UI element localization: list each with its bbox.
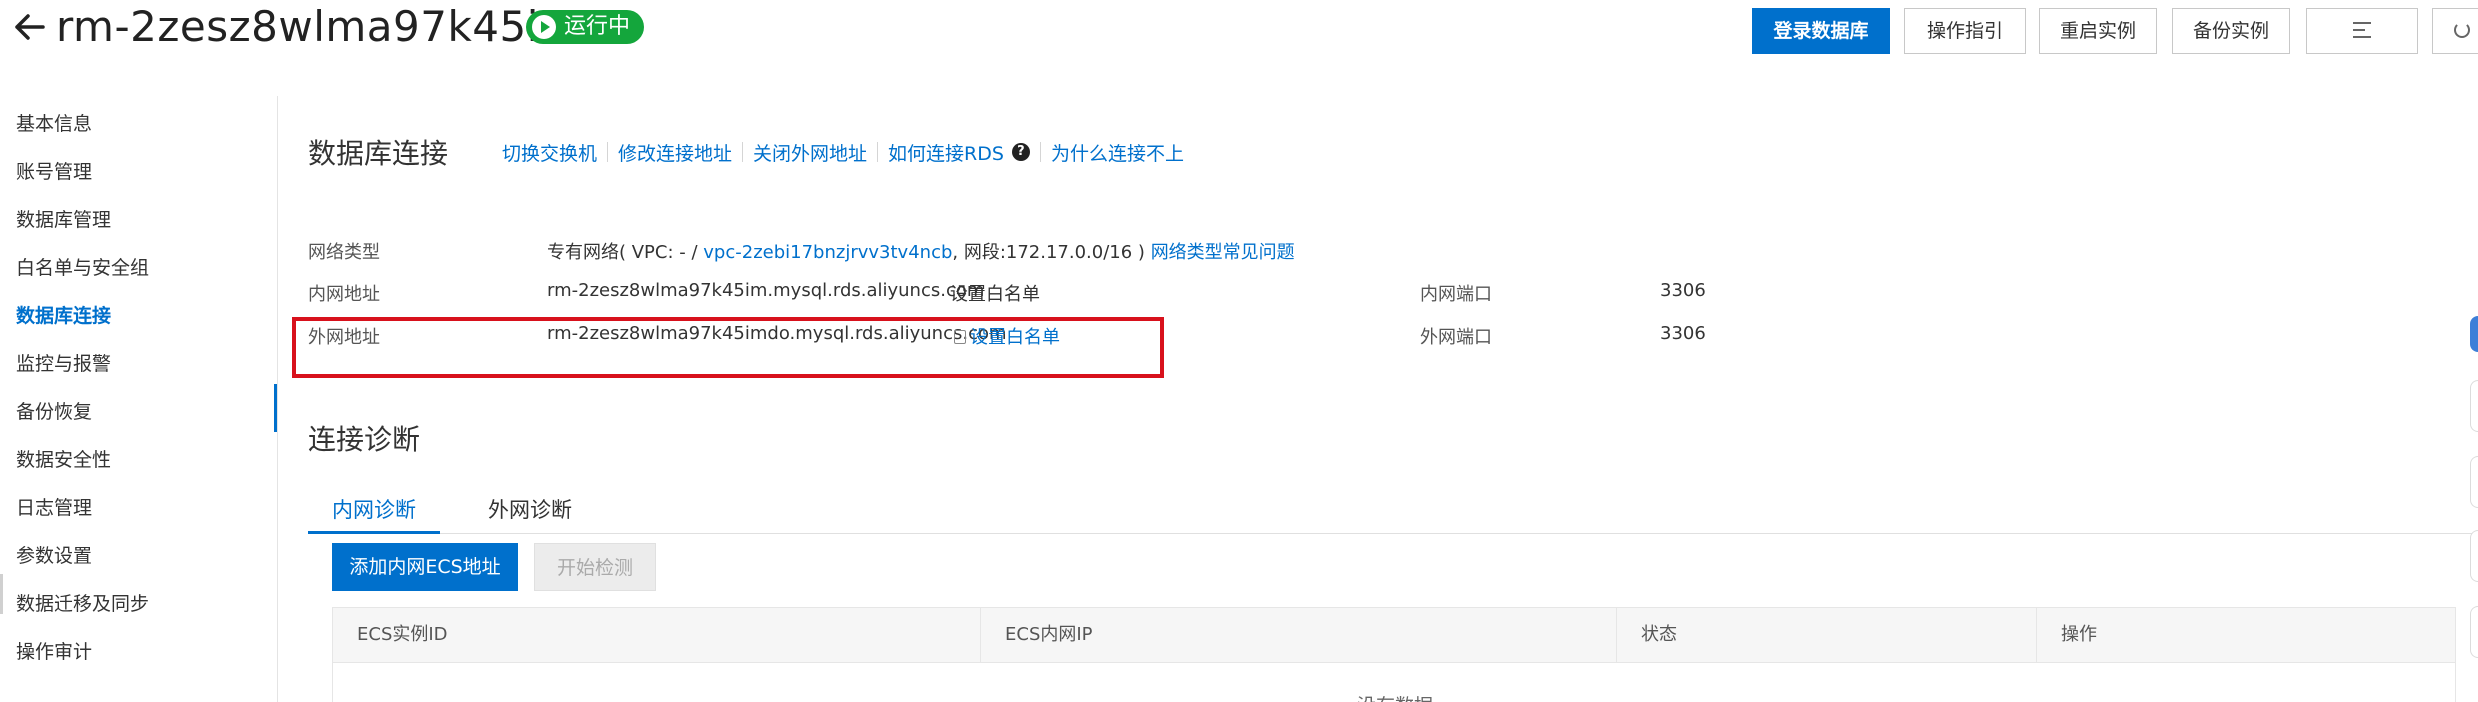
play-icon xyxy=(532,15,556,39)
public-port-value: 3306 xyxy=(1660,323,1706,344)
instance-title: rm-2zesz8wlma97k45im xyxy=(56,2,581,51)
tab-public-diagnosis[interactable]: 外网诊断 xyxy=(464,488,596,534)
sidebar-item-whitelist[interactable]: 白名单与安全组 xyxy=(16,253,149,280)
internal-address-label: 内网地址 xyxy=(308,284,380,305)
sidebar-item-monitoring[interactable]: 监控与报警 xyxy=(16,349,111,376)
public-address-value: rm-2zesz8wlma97k45imdo.mysql.rds.aliyunc… xyxy=(547,323,1007,344)
guide-button[interactable]: 操作指引 xyxy=(1904,8,2026,54)
floating-tab[interactable] xyxy=(2470,316,2478,352)
network-type-suffix: , 网段:172.17.0.0/16 ) xyxy=(952,242,1145,263)
sidebar-item-parameters[interactable]: 参数设置 xyxy=(16,541,92,568)
list-icon xyxy=(2353,21,2371,38)
divider xyxy=(742,142,744,162)
network-type-value: 专有网络( VPC: - / vpc-2zebi17bnzjrvv3tv4ncb… xyxy=(547,238,1295,264)
floating-tab[interactable] xyxy=(2470,606,2478,658)
network-type-prefix: 专有网络( VPC: - / xyxy=(547,242,704,263)
restart-button[interactable]: 重启实例 xyxy=(2039,8,2157,54)
public-whitelist-link[interactable]: 设置白名单 xyxy=(970,327,1060,348)
active-indicator xyxy=(274,384,277,432)
modify-address-link[interactable]: 修改连接地址 xyxy=(618,139,732,166)
how-to-connect-link[interactable]: 如何连接RDS xyxy=(888,139,1004,166)
public-port-label: 外网端口 xyxy=(1420,327,1492,348)
floating-tab[interactable] xyxy=(2470,456,2478,508)
why-cannot-connect-link[interactable]: 为什么连接不上 xyxy=(1051,139,1184,166)
sidebar-item-logs[interactable]: 日志管理 xyxy=(16,493,92,520)
divider xyxy=(607,142,609,162)
internal-port-value: 3306 xyxy=(1660,280,1706,301)
divider xyxy=(877,142,879,162)
public-address-actions: 设置白名单 xyxy=(954,323,1060,349)
page-header: rm-2zesz8wlma97k45im 运行中 登录数据库 操作指引 重启实例… xyxy=(0,0,2478,60)
internal-address-value: rm-2zesz8wlma97k45im.mysql.rds.aliyuncs.… xyxy=(547,280,985,301)
divider xyxy=(1039,142,1041,162)
switch-vswitch-link[interactable]: 切换交换机 xyxy=(502,139,597,166)
sidebar-item-databases[interactable]: 数据库管理 xyxy=(16,205,111,232)
ecs-table-header: ECS实例ID ECS内网IP 状态 操作 xyxy=(332,607,2456,663)
refresh-button[interactable] xyxy=(2432,8,2478,54)
sidebar-item-db-connection[interactable]: 数据库连接 xyxy=(16,301,111,328)
column-header-ecs-id: ECS实例ID xyxy=(333,608,981,662)
sidebar-item-backup-restore[interactable]: 备份恢复 xyxy=(16,397,92,424)
connection-actions: 切换交换机 修改连接地址 关闭外网地址 如何连接RDS ? 为什么连接不上 xyxy=(502,132,1184,172)
sidebar-nav: 基本信息 账号管理 数据库管理 白名单与安全组 数据库连接 监控与报警 备份恢复… xyxy=(0,96,278,702)
internal-port-label: 内网端口 xyxy=(1420,284,1492,305)
refresh-icon xyxy=(2454,21,2470,38)
sidebar-collapse-handle[interactable] xyxy=(0,574,3,614)
floating-tab[interactable] xyxy=(2470,380,2478,432)
empty-state-text: 没有数据 xyxy=(333,691,2457,702)
sidebar-item-basic-info[interactable]: 基本信息 xyxy=(16,109,92,136)
sidebar-item-data-security[interactable]: 数据安全性 xyxy=(16,445,111,472)
column-header-actions: 操作 xyxy=(2061,624,2097,645)
floating-tab[interactable] xyxy=(2470,530,2478,582)
sidebar-item-accounts[interactable]: 账号管理 xyxy=(16,157,92,184)
diagnosis-title: 连接诊断 xyxy=(308,423,421,456)
connection-title: 数据库连接 xyxy=(308,137,449,170)
status-badge: 运行中 xyxy=(526,10,645,44)
column-header-status: 状态 xyxy=(1617,608,2037,662)
public-address-label: 外网地址 xyxy=(308,327,380,348)
network-faq-link[interactable]: 网络类型常见问题 xyxy=(1151,242,1295,263)
back-arrow-icon[interactable] xyxy=(12,12,46,42)
network-type-label: 网络类型 xyxy=(308,242,380,263)
status-text: 运行中 xyxy=(564,14,631,39)
list-view-button[interactable] xyxy=(2306,8,2418,54)
help-icon[interactable]: ? xyxy=(1011,143,1030,161)
sidebar-item-migration[interactable]: 数据迁移及同步 xyxy=(16,589,149,616)
diagnosis-tabs: 内网诊断 外网诊断 xyxy=(308,488,2478,534)
backup-button[interactable]: 备份实例 xyxy=(2172,8,2290,54)
internal-whitelist-link[interactable]: 设置白名单 xyxy=(950,280,1040,306)
sidebar-item-audit[interactable]: 操作审计 xyxy=(16,637,92,664)
vpc-link[interactable]: vpc-2zebi17bnzjrvv3tv4ncb xyxy=(703,242,952,263)
login-db-button[interactable]: 登录数据库 xyxy=(1752,8,1890,54)
start-check-button: 开始检测 xyxy=(534,543,656,591)
column-header-ecs-ip: ECS内网IP xyxy=(981,608,1617,662)
main-content: 数据库连接 切换交换机 修改连接地址 关闭外网地址 如何连接RDS ? 为什么连… xyxy=(278,60,2478,702)
add-ecs-button[interactable]: 添加内网ECS地址 xyxy=(332,543,518,591)
ecs-table-body: 没有数据 xyxy=(332,663,2456,702)
copy-icon[interactable] xyxy=(954,329,966,344)
close-public-link[interactable]: 关闭外网地址 xyxy=(753,139,867,166)
tab-internal-diagnosis[interactable]: 内网诊断 xyxy=(308,488,440,534)
